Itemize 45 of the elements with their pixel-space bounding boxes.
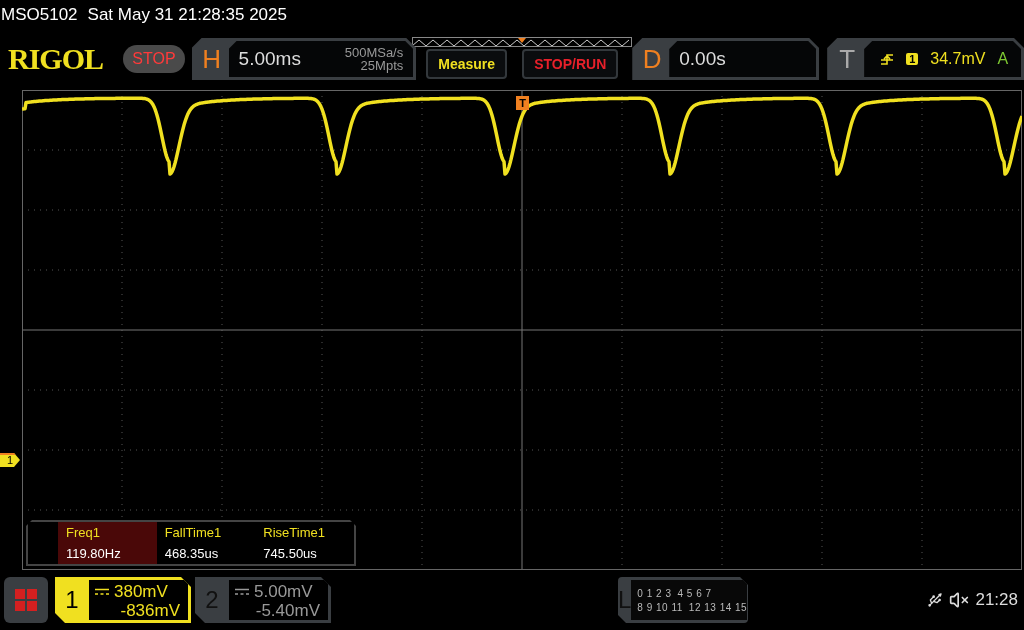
channel-marker[interactable]: 1 <box>0 453 20 467</box>
logic-channel-numbers: 4 5 6 7 <box>677 587 712 599</box>
channel-offset: -836mV <box>120 601 180 620</box>
dc-coupling-icon <box>235 587 249 596</box>
clock-time: 21:28 <box>975 590 1018 610</box>
measurement-name: FallTime1 <box>164 525 223 540</box>
muted-speaker-icon[interactable] <box>949 590 970 610</box>
channel-number: 1 <box>64 585 80 615</box>
channel-panel[interactable]: 1 380mV -836mV <box>55 577 191 623</box>
trigger-mode: A <box>997 50 1009 68</box>
channel-offset: -5.40mV <box>255 601 320 620</box>
rising-edge-icon <box>880 52 895 66</box>
trigger-panel[interactable]: T 1 34.7mV A <box>827 38 1024 80</box>
logic-channel-numbers: 12 13 14 15 <box>688 601 748 613</box>
trigger-marker[interactable]: T <box>516 96 529 110</box>
trigger-label: T <box>838 43 857 75</box>
measurement-name: Freq1 <box>66 525 101 540</box>
timebase: 5.00ms <box>238 48 301 70</box>
delay-value: 0.00s <box>679 48 726 70</box>
delay-label: D <box>641 43 663 75</box>
logic-channel-numbers: 0 1 2 3 <box>637 587 672 599</box>
run-status: STOP <box>123 45 185 73</box>
logic-channel-numbers: 8 9 10 11 <box>637 601 683 613</box>
date-time: Sat May 31 21:28:35 2025 <box>87 5 287 25</box>
measure-button[interactable]: Measure <box>426 49 508 79</box>
stop-run-button[interactable]: STOP/RUN <box>522 49 619 79</box>
grid-icon <box>14 588 38 612</box>
memory-depth: 25Mpts <box>360 59 404 72</box>
menu-button[interactable] <box>4 577 48 623</box>
usb-icon <box>927 592 944 608</box>
measurement-value: 119.80Hz <box>66 546 122 561</box>
delay-panel[interactable]: D 0.00s <box>632 38 820 80</box>
trigger-source: 1 <box>906 53 919 65</box>
sample-rate: 500MSa/s <box>344 46 404 59</box>
horizontal-panel[interactable]: H 5.00ms 500MSa/s 25Mpts <box>191 38 417 80</box>
channel-scale: 5.00mV <box>254 582 313 601</box>
measurement-name: RiseTime1 <box>263 525 326 540</box>
dc-coupling-icon <box>95 587 109 596</box>
logo: RIGOL <box>8 42 105 76</box>
measurement-value: 745.50us <box>263 546 318 561</box>
model-name: MSO5102 <box>1 5 78 25</box>
horizontal-label: H <box>201 43 222 75</box>
channel-scale: 380mV <box>114 582 168 601</box>
trigger-level: 34.7mV <box>930 50 986 68</box>
measurement-value: 468.35us <box>164 546 220 561</box>
